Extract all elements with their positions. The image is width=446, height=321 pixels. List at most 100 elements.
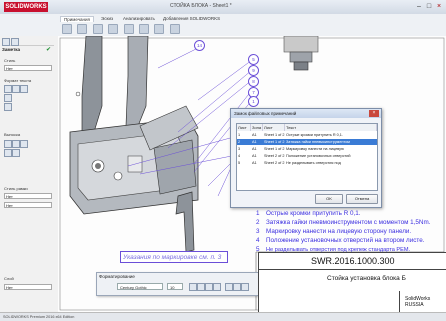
underline-icon[interactable] — [205, 283, 213, 291]
note-tool-icon[interactable] — [62, 24, 72, 34]
datum-icon[interactable] — [138, 24, 149, 34]
check-icon[interactable]: ✔ — [46, 46, 51, 53]
table-cell: Положение установочных отверстий — [286, 154, 351, 158]
surface-finish-icon[interactable] — [92, 24, 103, 34]
table-cell: Sheet 1 of 2 — [264, 140, 285, 144]
ok-button[interactable]: OK — [315, 194, 343, 204]
section-text-format: Формат текста — [4, 78, 32, 83]
style-field[interactable]: Нет — [4, 65, 52, 71]
balloon[interactable]: 1 — [248, 96, 259, 107]
note-text: Положение установочных отверстий на втор… — [266, 237, 425, 244]
cancel-button[interactable]: Отмена — [346, 194, 378, 204]
table-cell: Sheet 2 of 2 — [264, 161, 285, 165]
table-cell: Острые кромки притупить R 0,1. — [286, 133, 343, 137]
straight-leader-icon[interactable] — [4, 149, 12, 157]
centermark-icon[interactable] — [154, 24, 165, 34]
balloon-tool-icon[interactable] — [77, 24, 88, 34]
format-icons — [4, 85, 54, 115]
table-cell: Не разделывать отверстия под — [286, 161, 341, 165]
table-body: 1 A1 Sheet 1 of 2 Острые кромки притупить R… — [237, 132, 377, 188]
table-icon[interactable] — [169, 24, 180, 34]
column-header[interactable]: Зона — [251, 124, 263, 131]
note-number: 3 — [256, 228, 260, 235]
table-cell: Sheet 1 of 2 — [264, 147, 285, 151]
window-title: СТОЙКА БЛОКА - Sheet1 * — [170, 3, 232, 9]
section-style: Стиль — [4, 58, 16, 63]
notes-table: Лист Зона Лист Текст 1 A1 Sheet 1 of 2 Остр… — [236, 123, 378, 191]
tab-evaluate[interactable]: Анализировать — [120, 16, 158, 21]
formatting-title: Форматирование — [99, 274, 135, 279]
tab-annotations[interactable]: Примечания — [60, 16, 94, 22]
table-row[interactable]: 1 A1 Sheet 1 of 2 Острые кромки притупить R… — [237, 132, 377, 138]
border-size-field[interactable]: Нет — [4, 202, 52, 208]
tab-addins[interactable]: Добавления SOLIDWORKS — [160, 16, 223, 21]
border-field[interactable]: Нет — [4, 193, 52, 199]
auto-leader-icon[interactable] — [20, 140, 28, 148]
company-line-2: RUSSIA — [405, 301, 424, 308]
note-text: Острые кромки притупить R 0,1. — [266, 210, 361, 217]
column-header[interactable]: Лист — [263, 124, 285, 131]
align-center-icon[interactable] — [12, 85, 20, 93]
note-number: 4 — [256, 237, 260, 244]
balloon[interactable]: 5 — [248, 54, 259, 65]
note-edit-box[interactable]: Указания по маркировке см. п. 3 — [120, 251, 228, 263]
balloon[interactable]: 8 — [248, 76, 259, 87]
table-cell: 5 — [238, 161, 241, 165]
drawing-number: SWR.2016.1000.300 — [311, 256, 395, 266]
panel-tabs — [2, 38, 54, 46]
no-leader-icon[interactable] — [12, 140, 20, 148]
note-line-2[interactable]: 2 Затяжка гайки пневмоинструментом с моме… — [256, 219, 430, 226]
section-border: Стиль рамки — [4, 186, 28, 191]
table-row[interactable]: 2 A1 Sheet 1 of 2 Затяжка гайки пневмоинстр… — [237, 139, 377, 145]
ribbon-toolbar — [60, 23, 290, 34]
property-tab-icon[interactable] — [2, 38, 10, 46]
leader-icon[interactable] — [4, 140, 12, 148]
note-number: 1 — [256, 210, 260, 217]
table-row[interactable]: 3 A1 Sheet 1 of 2 Маркировку нанести на лиц… — [237, 146, 377, 152]
balloon[interactable]: 14 — [194, 40, 205, 51]
align-left-icon[interactable] — [4, 85, 12, 93]
table-cell: 2 — [238, 140, 241, 144]
section-leader: Выноска — [4, 132, 21, 137]
config-tab-icon[interactable] — [11, 38, 19, 46]
close-icon[interactable]: × — [434, 2, 444, 11]
align-left-icon[interactable] — [225, 283, 233, 291]
font-size-select[interactable]: 10 — [167, 283, 183, 290]
dialog-close-icon[interactable]: × — [369, 110, 379, 117]
status-text: SOLIDWORKS Premium 2016 x64 Edition — [3, 315, 75, 319]
note-line-4[interactable]: 4 Положение установочных отверстий на вто… — [256, 237, 424, 244]
leader-icons — [4, 140, 54, 170]
hole-callout-icon[interactable] — [123, 24, 134, 34]
note-line-1[interactable]: 1 Острые кромки притупить R 0,1. — [256, 210, 361, 217]
table-row[interactable]: 5 A1 Sheet 2 of 2 Не разделывать отверстия … — [237, 160, 377, 166]
font-select[interactable]: Century Gothic — [117, 283, 163, 290]
align-center-icon[interactable] — [233, 283, 241, 291]
maximize-icon[interactable]: □ — [424, 2, 434, 11]
balloon[interactable]: 9 — [248, 65, 259, 76]
note-number: 2 — [256, 219, 260, 226]
weld-symbol-icon[interactable] — [108, 24, 119, 34]
note-text: Затяжка гайки пневмоинструментом с момен… — [266, 219, 431, 226]
table-row[interactable]: 4 A1 Sheet 2 of 2 Положение установочных от… — [237, 153, 377, 159]
note-line-3[interactable]: 3 Маркировку нанести на лицевую сторону п… — [256, 228, 411, 235]
command-manager: Примечания Эскиз Анализировать Добавлени… — [0, 14, 446, 37]
hyperlink-icon[interactable] — [4, 103, 12, 111]
strikethrough-icon[interactable] — [213, 283, 221, 291]
title-bar: SOLIDWORKS СТОЙКА БЛОКА - Sheet1 * – □ × — [0, 0, 446, 15]
notes-dialog: Замок файловых примечаний × Лист Зона Ли… — [230, 108, 382, 208]
section-layer: Слой — [4, 276, 14, 281]
bent-leader-icon[interactable] — [12, 149, 20, 157]
align-right-icon[interactable] — [20, 85, 28, 93]
note-text: Маркировку нанести на лицевую сторону па… — [266, 228, 412, 235]
angle-icon[interactable] — [4, 94, 12, 102]
tab-sketch[interactable]: Эскиз — [98, 16, 116, 21]
italic-icon[interactable] — [197, 283, 205, 291]
layer-field[interactable]: Нет — [4, 284, 52, 290]
column-header[interactable]: Лист — [237, 124, 251, 131]
minimize-icon[interactable]: – — [414, 2, 424, 11]
column-header[interactable]: Текст — [285, 124, 377, 131]
solidworks-logo: SOLIDWORKS — [4, 2, 48, 12]
bold-icon[interactable] — [189, 283, 197, 291]
align-right-icon[interactable] — [241, 283, 249, 291]
table-cell: Затяжка гайки пневмоинструментом — [286, 140, 350, 144]
